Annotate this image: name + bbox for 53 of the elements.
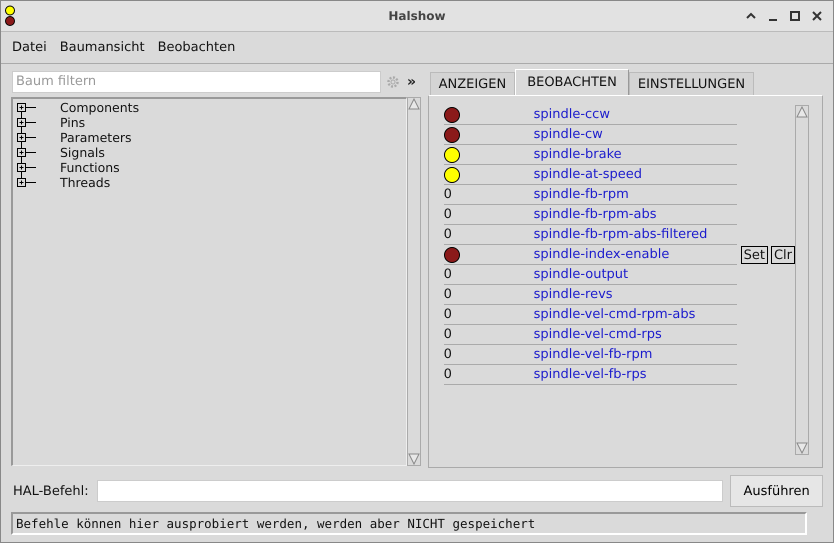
scrollbar[interactable] bbox=[795, 105, 809, 455]
status-bar: Befehle können hier ausprobiert werden, werden aber NICHT gespeichert bbox=[11, 512, 807, 535]
menu-item[interactable]: Datei bbox=[12, 40, 47, 55]
maximize-icon[interactable] bbox=[789, 10, 801, 22]
pin-name[interactable]: spindle-index-enable bbox=[534, 247, 670, 262]
pin-name[interactable]: spindle-fb-rpm-abs bbox=[534, 207, 656, 222]
pin-name[interactable]: spindle-fb-rpm-abs-filtered bbox=[534, 227, 708, 242]
app-icon bbox=[4, 5, 16, 27]
pin-value: 0 bbox=[444, 347, 453, 362]
scroll-up-icon[interactable] bbox=[796, 106, 808, 118]
scroll-down-icon[interactable] bbox=[796, 442, 808, 454]
pin-value: 0 bbox=[444, 227, 453, 242]
pin-name[interactable]: spindle-revs bbox=[534, 287, 613, 302]
pin-name[interactable]: spindle-vel-cmd-rpm-abs bbox=[534, 307, 696, 322]
pin-value: 0 bbox=[444, 287, 453, 302]
window-title: Halshow bbox=[388, 9, 446, 23]
pin-value: 0 bbox=[444, 307, 453, 322]
menu-item[interactable]: Beobachten bbox=[158, 40, 236, 55]
pin-name[interactable]: spindle-vel-fb-rpm bbox=[534, 347, 652, 362]
pin-name[interactable]: spindle-brake bbox=[534, 147, 622, 162]
tab[interactable]: ANZEIGEN bbox=[430, 72, 516, 95]
pin-name[interactable]: spindle-cw bbox=[534, 127, 603, 142]
pin-name[interactable]: spindle-at-speed bbox=[534, 167, 642, 182]
pin-button[interactable]: Clr bbox=[770, 246, 795, 264]
scroll-down-icon[interactable] bbox=[408, 453, 420, 465]
scrollbar[interactable] bbox=[406, 96, 421, 466]
pin-value: 0 bbox=[444, 187, 453, 202]
pin-value: 0 bbox=[444, 327, 453, 342]
tree-item[interactable]: Parameters bbox=[60, 130, 132, 145]
scroll-up-icon[interactable] bbox=[408, 98, 420, 110]
pin-name[interactable]: spindle-ccw bbox=[534, 107, 610, 122]
tree-item[interactable]: Signals bbox=[60, 144, 105, 160]
expand-button[interactable]: » bbox=[400, 74, 416, 90]
pin-button[interactable]: Set bbox=[740, 246, 768, 264]
pin-value: 0 bbox=[444, 207, 453, 222]
tree-item[interactable]: Pins bbox=[60, 114, 86, 130]
run-button[interactable]: Ausführen bbox=[730, 475, 823, 507]
pin-value: 0 bbox=[444, 267, 453, 282]
command-label: HAL-Befehl: bbox=[13, 484, 90, 498]
command-field[interactable] bbox=[96, 480, 724, 502]
menu-item[interactable]: Baumansicht bbox=[60, 40, 145, 55]
pin-value: 0 bbox=[444, 367, 453, 382]
filter-field[interactable]: Baum filtern bbox=[12, 70, 381, 93]
tree-item[interactable]: Components bbox=[60, 100, 140, 115]
tree-item[interactable]: Functions bbox=[60, 160, 120, 175]
pin-name[interactable]: spindle-output bbox=[534, 267, 628, 282]
close-icon[interactable] bbox=[811, 10, 823, 22]
tab[interactable]: EINSTELLUNGEN bbox=[628, 72, 754, 95]
tab[interactable]: BEOBACHTEN bbox=[515, 69, 629, 95]
pin-name[interactable]: spindle-vel-cmd-rps bbox=[534, 327, 662, 342]
pin-name[interactable]: spindle-vel-fb-rps bbox=[534, 367, 647, 382]
tree-item[interactable]: Threads bbox=[60, 174, 110, 190]
pin-name[interactable]: spindle-fb-rpm bbox=[534, 187, 629, 202]
